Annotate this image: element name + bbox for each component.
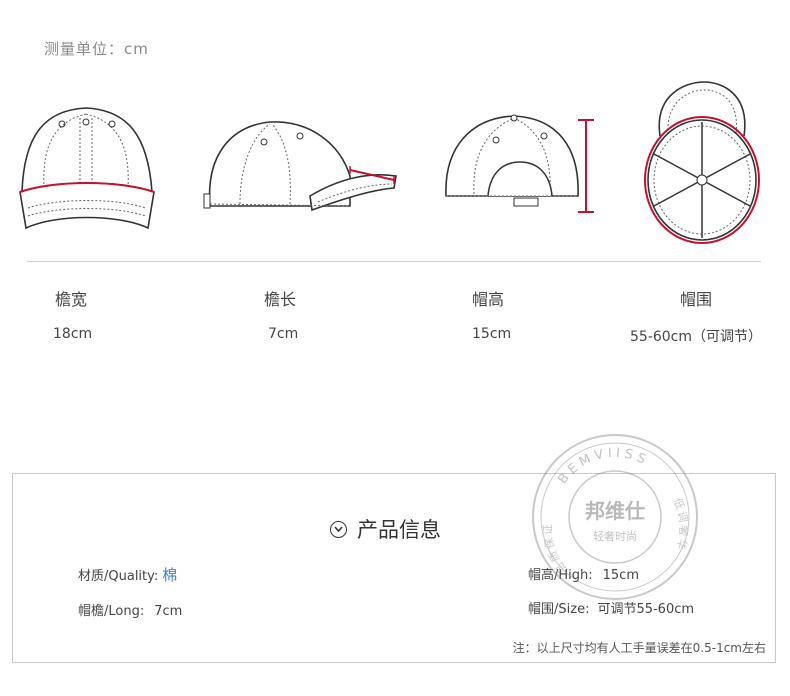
measurement-value-brim-length: 7cm	[268, 326, 299, 342]
measurement-name-brim-width: 檐宽	[55, 290, 88, 309]
unit-label: 测量单位：cm	[44, 40, 149, 58]
svg-text:BEMVIISS: BEMVIISS	[555, 446, 651, 487]
measurement-name-circumference: 帽围	[680, 290, 713, 309]
info-material-label: 材质/Quality:	[78, 569, 159, 584]
info-brim-label: 帽檐/Long:	[78, 604, 145, 619]
hat-back-illustration	[445, 114, 594, 213]
stamp-slogan: 轻奢时尚	[593, 529, 637, 543]
chevron-down-icon	[330, 520, 347, 538]
hat-side-illustration	[203, 121, 397, 212]
svg-text:品质保证: 品质保证	[541, 522, 570, 576]
measurement-divider	[27, 261, 761, 262]
measurement-name-brim-length: 檐长	[264, 290, 297, 309]
measurement-name-height: 帽高	[472, 290, 505, 309]
measurement-value-height: 15cm	[472, 326, 512, 342]
stamp-brand-cn: 邦维仕	[585, 499, 645, 523]
info-size-value: 可调节55-60cm	[597, 602, 695, 617]
info-brim-value: 7cm	[154, 604, 183, 619]
info-material: 材质/Quality: 棉	[78, 564, 177, 585]
measurement-value-brim-width: 18cm	[53, 326, 93, 342]
info-material-value: 棉	[162, 566, 178, 584]
stamp-brand-top: BEMVIISS	[555, 446, 647, 487]
hat-front-illustration	[19, 107, 155, 230]
info-brim: 帽檐/Long: 7cm	[78, 600, 182, 619]
product-info-title: 产品信息	[330, 514, 441, 544]
brand-watermark-stamp: BEMVIISS 品质保证 低调奢华 邦维仕 轻奢时尚	[532, 434, 698, 600]
product-info-title-text: 产品信息	[357, 518, 441, 542]
measurement-note: 注：以上尺寸均有人工手量误差在0.5-1cm左右	[512, 641, 766, 655]
info-size-label: 帽围/Size:	[528, 602, 590, 617]
measurement-value-circumference: 55-60cm（可调节）	[630, 329, 763, 345]
stamp-side-left: 品质保证	[541, 522, 568, 576]
hat-top-illustration	[644, 81, 760, 244]
